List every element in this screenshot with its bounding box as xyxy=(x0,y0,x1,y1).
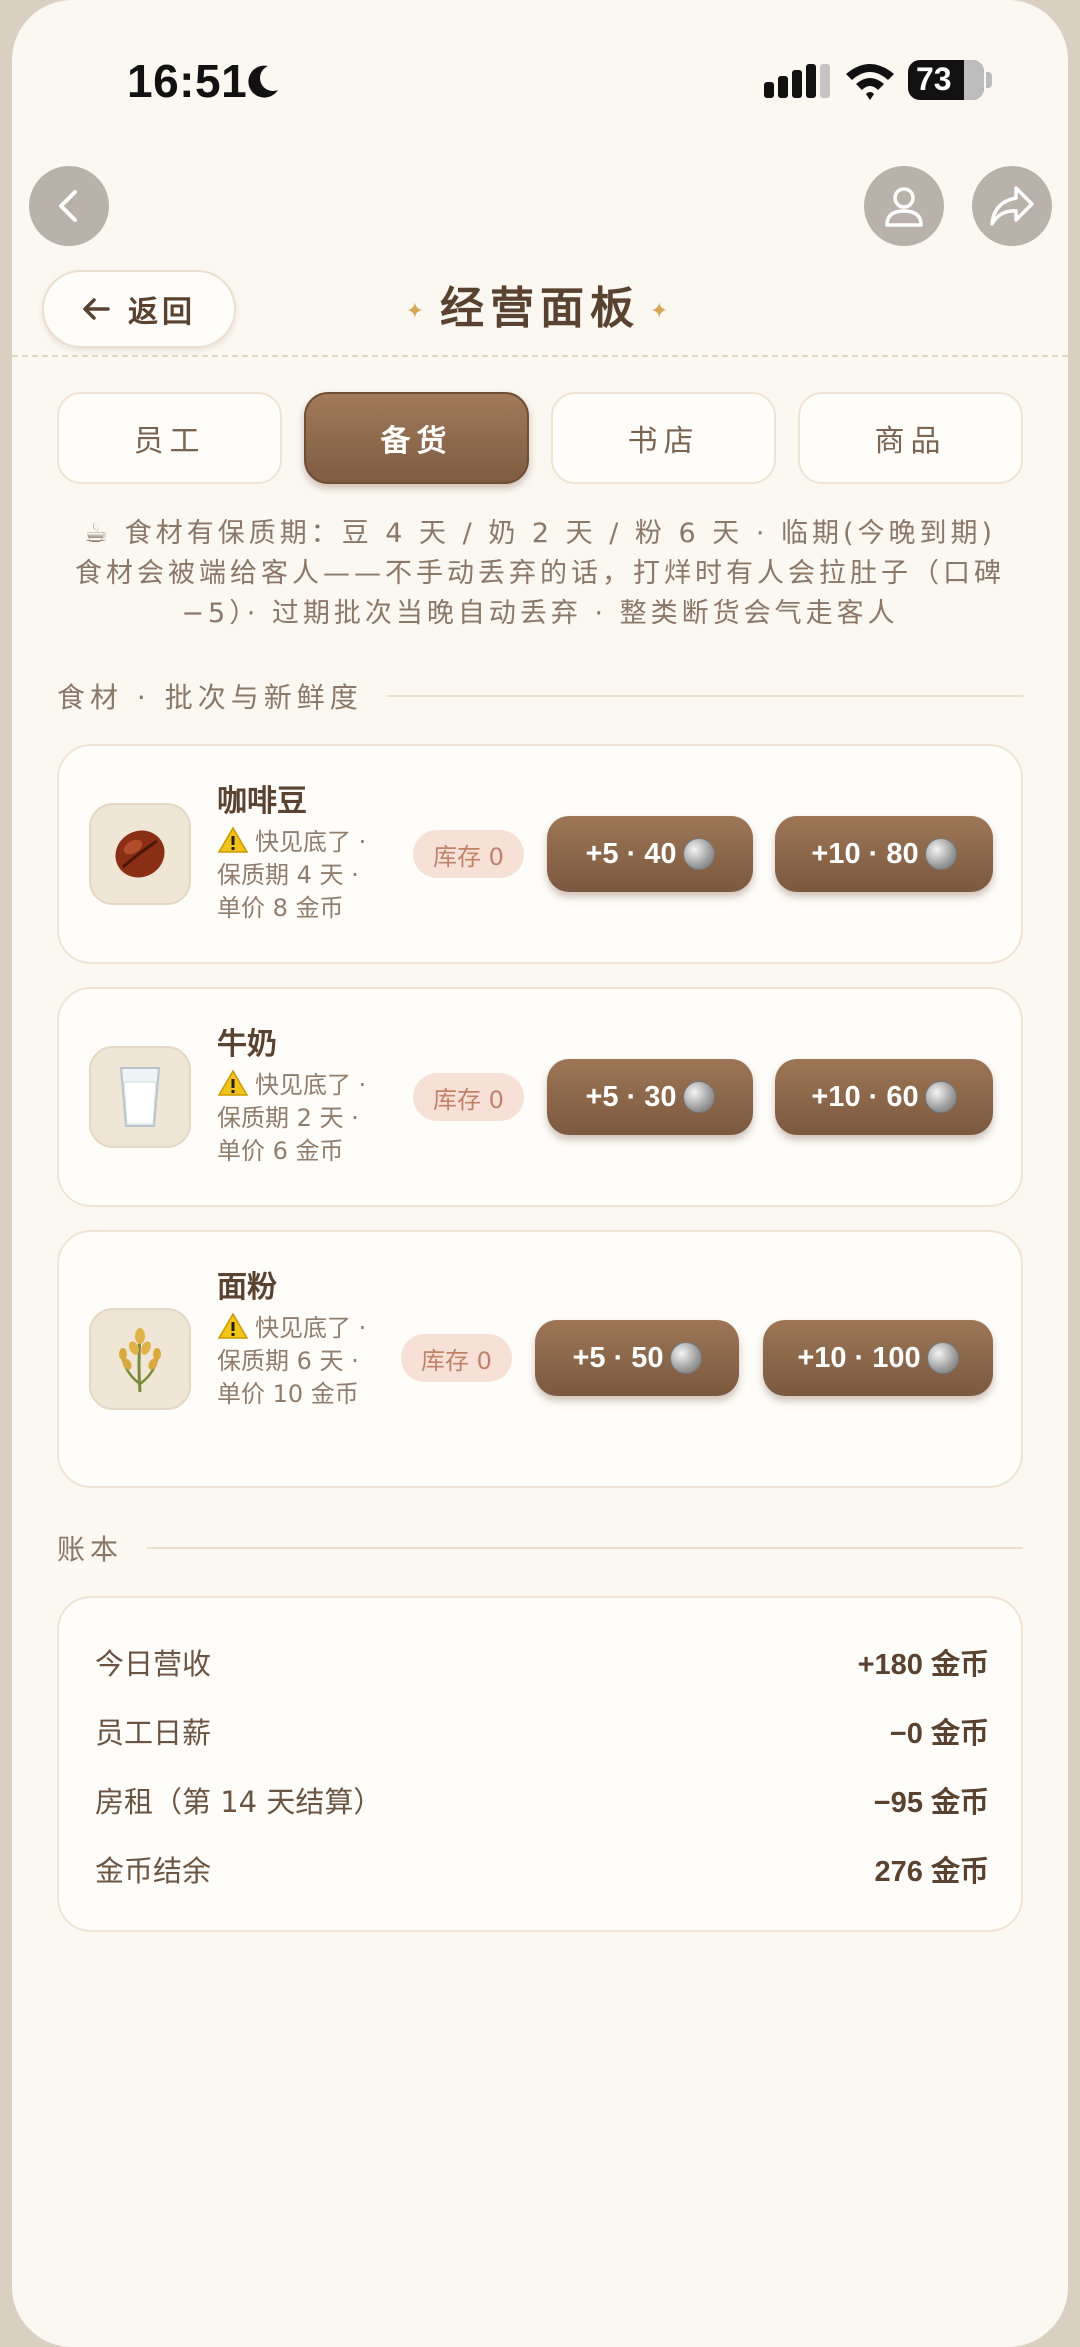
ingredient-card-flour: 面粉 快见底了 · 保质期 6 天 · 单价 10 金币 库存 0 +5 · 5… xyxy=(57,1230,1023,1488)
ledger-row-revenue: 今日营收 +180 金币 xyxy=(95,1642,989,1682)
battery-level: 73 xyxy=(916,61,952,97)
chevron-left-icon xyxy=(59,190,77,222)
ingredient-name: 牛奶 xyxy=(217,1027,277,1062)
app-screen: 16:51 73 返回 ✦ 经营面板 ✦ 员工 备货 书店 商品 ☕ 食材有保质… xyxy=(12,0,1068,2347)
buy-10-button[interactable]: +10 · 100 xyxy=(763,1320,993,1396)
ingredient-desc: 快见底了 · 保质期 2 天 · 单价 6 金币 xyxy=(217,1069,387,1168)
ledger-label: 金币结余 xyxy=(95,1854,212,1888)
status-time: 16:51 xyxy=(127,55,248,107)
ledger-row-rent: 房租（第 14 天结算） −95 金币 xyxy=(95,1780,989,1820)
buy-label: +5 · 30 xyxy=(585,1080,677,1113)
milk-glass-icon xyxy=(119,1067,161,1127)
ingredient-icon-box xyxy=(89,1046,191,1148)
warning-icon xyxy=(217,826,249,853)
ingredient-card-coffee: 咖啡豆 快见底了 · 保质期 4 天 · 单价 8 金币 库存 0 +5 · 4… xyxy=(57,744,1023,964)
stock-badge: 库存 0 xyxy=(401,1334,512,1382)
profile-button[interactable] xyxy=(864,166,944,246)
section-title: 账本 xyxy=(57,1533,124,1566)
ingredient-name: 咖啡豆 xyxy=(217,784,307,819)
ledger-value: +180 金币 xyxy=(857,1649,989,1681)
share-arrow-icon xyxy=(990,186,1034,226)
signal-icon xyxy=(764,64,830,98)
buy-10-button[interactable]: +10 · 60 xyxy=(775,1059,993,1135)
battery-indicator: 73 xyxy=(908,60,984,100)
buy-label: +5 · 40 xyxy=(585,837,677,870)
section-rule xyxy=(147,1547,1023,1549)
coin-icon xyxy=(682,1081,715,1113)
tab-stock[interactable]: 备货 xyxy=(304,392,529,484)
page-title: ✦ 经营面板 ✦ xyxy=(12,272,1068,336)
status-bar: 16:51 73 xyxy=(12,50,1068,110)
coffee-bean-icon xyxy=(115,830,165,878)
header-divider xyxy=(12,355,1068,357)
wheat-icon xyxy=(119,1328,161,1393)
wifi-icon xyxy=(846,64,894,100)
buy-label: +10 · 100 xyxy=(797,1341,921,1374)
ledger-label: 房租（第 14 天结算） xyxy=(95,1785,383,1819)
ingredients-section-header: 食材 · 批次与新鲜度 xyxy=(57,676,1023,716)
sparkle-icon: ✦ xyxy=(650,298,675,324)
tab-goods[interactable]: 商品 xyxy=(798,392,1023,484)
stock-badge: 库存 0 xyxy=(413,1073,524,1121)
ledger-value: 276 金币 xyxy=(874,1856,989,1888)
ingredient-icon-box xyxy=(89,803,191,905)
section-title: 食材 · 批次与新鲜度 xyxy=(57,681,363,714)
buy-5-button[interactable]: +5 · 40 xyxy=(547,816,753,892)
ingredient-name: 面粉 xyxy=(217,1270,277,1305)
buy-label: +5 · 50 xyxy=(572,1341,664,1374)
ledger-value: −0 金币 xyxy=(889,1718,989,1750)
buy-5-button[interactable]: +5 · 50 xyxy=(535,1320,739,1396)
coin-icon xyxy=(669,1342,702,1374)
buy-label: +10 · 80 xyxy=(811,837,919,870)
nav-back-button[interactable] xyxy=(29,166,109,246)
ledger-card: 今日营收 +180 金币 员工日薪 −0 金币 房租（第 14 天结算） −95… xyxy=(57,1596,1023,1932)
section-rule xyxy=(386,695,1023,697)
ingredient-desc: 快见底了 · 保质期 4 天 · 单价 8 金币 xyxy=(217,826,387,925)
stock-badge: 库存 0 xyxy=(413,830,524,878)
tab-bar: 员工 备货 书店 商品 xyxy=(57,392,1023,484)
coin-icon xyxy=(926,1342,959,1374)
warning-icon xyxy=(217,1312,249,1339)
ledger-row-balance: 金币结余 276 金币 xyxy=(95,1849,989,1889)
ingredient-desc: 快见底了 · 保质期 6 天 · 单价 10 金币 xyxy=(217,1312,377,1411)
ingredient-icon-box xyxy=(89,1308,191,1410)
coin-icon xyxy=(924,838,957,870)
sparkle-icon: ✦ xyxy=(405,298,430,324)
user-icon xyxy=(885,187,923,227)
moon-icon xyxy=(248,65,278,98)
coin-icon xyxy=(682,838,715,870)
ledger-value: −95 金币 xyxy=(873,1787,989,1819)
info-note: ☕ 食材有保质期：豆 4 天 / 奶 2 天 / 粉 6 天 · 临期(今晚到期… xyxy=(72,514,1008,634)
buy-5-button[interactable]: +5 · 30 xyxy=(547,1059,753,1135)
tab-staff[interactable]: 员工 xyxy=(57,392,282,484)
warning-icon xyxy=(217,1069,249,1096)
share-button[interactable] xyxy=(972,166,1052,246)
ledger-label: 今日营收 xyxy=(95,1647,212,1681)
coin-icon xyxy=(924,1081,957,1113)
buy-label: +10 · 60 xyxy=(811,1080,919,1113)
buy-10-button[interactable]: +10 · 80 xyxy=(775,816,993,892)
battery-cap xyxy=(986,72,992,88)
ledger-row-wages: 员工日薪 −0 金币 xyxy=(95,1711,989,1751)
ledger-section-header: 账本 xyxy=(57,1528,1023,1568)
ledger-label: 员工日薪 xyxy=(95,1716,212,1750)
coffee-icon: ☕ xyxy=(83,518,113,549)
ingredient-card-milk: 牛奶 快见底了 · 保质期 2 天 · 单价 6 金币 库存 0 +5 · 30… xyxy=(57,987,1023,1207)
page-title-text: 经营面板 xyxy=(440,283,640,334)
info-text: 食材有保质期：豆 4 天 / 奶 2 天 / 粉 6 天 · 临期(今晚到期)食… xyxy=(75,518,1005,629)
tab-bookstore[interactable]: 书店 xyxy=(551,392,776,484)
